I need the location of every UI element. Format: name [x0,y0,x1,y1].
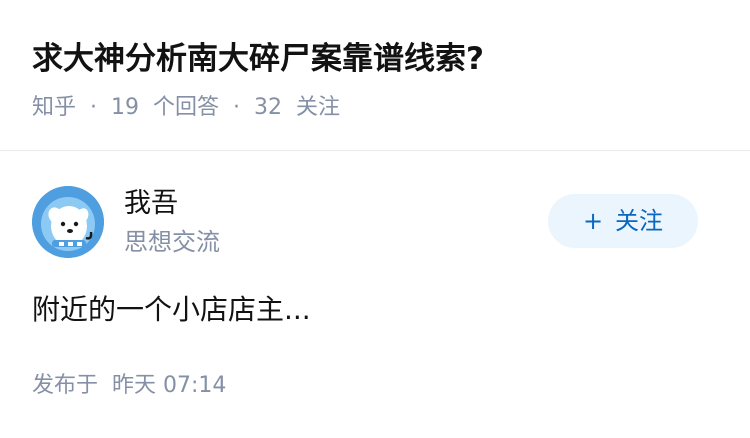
question-meta: 知乎 · 19 个回答 · 32 关注 [32,88,722,128]
source-label[interactable]: 知乎 [32,95,76,120]
section-divider [0,150,750,151]
question-title[interactable]: 求大神分析南大碎尸案靠谱线索? [32,34,722,84]
answer-excerpt[interactable]: 附近的一个小店店主... [32,286,311,334]
published-label: 发布于 [32,373,99,398]
post-timestamp: 发布于 昨天 07:14 [32,366,226,406]
question-header: 求大神分析南大碎尸案靠谱线索? 知乎 · 19 个回答 · 32 关注 [32,34,722,128]
answers-count[interactable]: 19 个回答 [111,95,219,120]
published-time: 昨天 07:14 [112,373,227,398]
follow-button[interactable]: + 关注 [548,194,698,248]
author-card: 我吾 思想交流 + 关注 [32,184,722,264]
author-description: 思想交流 [124,228,220,256]
author-name[interactable]: 我吾 [124,184,178,224]
followers-count[interactable]: 32 关注 [254,95,340,120]
follow-label: 关注 [615,207,664,235]
meta-separator: · [90,95,98,120]
plus-icon: + [582,207,604,235]
meta-separator: · [233,95,241,120]
zhihu-mascot-avatar-icon [32,186,104,258]
avatar[interactable] [32,186,104,258]
